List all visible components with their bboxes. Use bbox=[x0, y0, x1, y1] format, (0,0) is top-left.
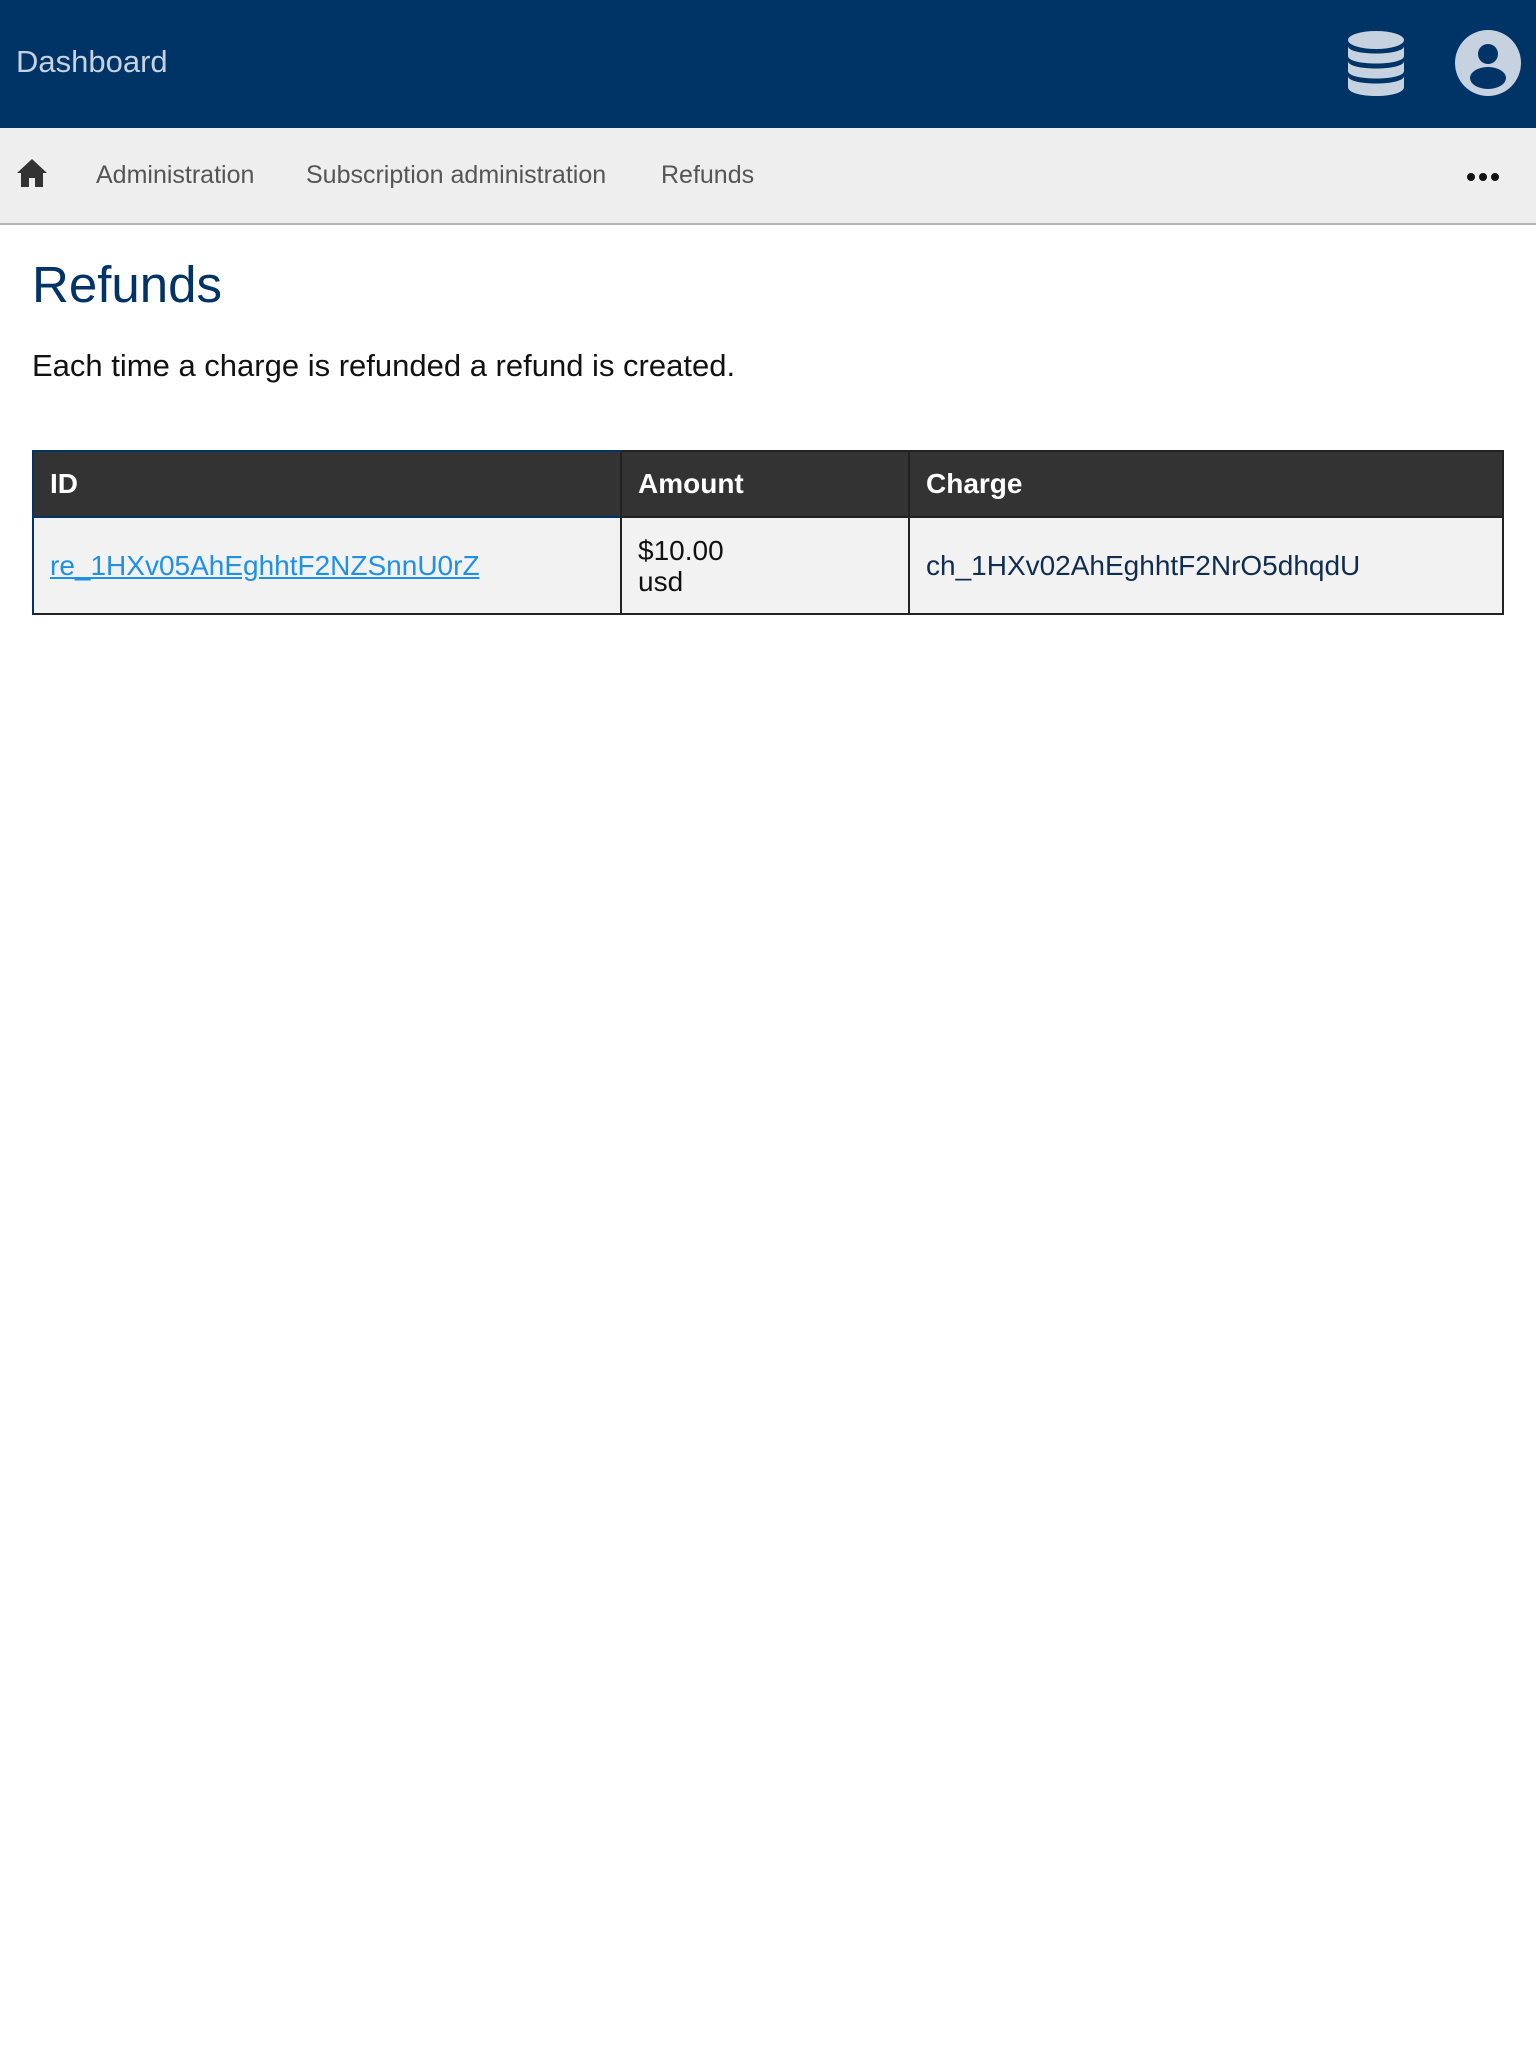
column-header-charge: Charge bbox=[908, 451, 1503, 517]
column-header-amount: Amount bbox=[620, 451, 909, 517]
breadcrumb-refunds[interactable]: Refunds bbox=[661, 158, 754, 192]
refund-charge-id: ch_1HXv02AhEghhtF2NrO5dhqdU bbox=[926, 550, 1361, 581]
table-header-row: ID Amount Charge bbox=[32, 450, 1503, 517]
ellipsis-icon[interactable] bbox=[1466, 172, 1500, 182]
page-description: Each time a charge is refunded a refund … bbox=[32, 348, 736, 383]
top-header: Dashboard bbox=[0, 0, 1536, 128]
breadcrumb-subscription-administration[interactable]: Subscription administration bbox=[306, 158, 606, 192]
column-header-id: ID bbox=[32, 450, 621, 517]
refund-amount-cell: $10.00 usd bbox=[620, 516, 909, 614]
refund-id-link[interactable]: re_1HXv05AhEghhtF2NZSnnU0rZ bbox=[50, 550, 480, 581]
breadcrumb-administration[interactable]: Administration bbox=[96, 158, 254, 192]
refund-id-cell: re_1HXv05AhEghhtF2NZSnnU0rZ bbox=[32, 516, 621, 614]
refund-charge-cell: ch_1HXv02AhEghhtF2NrO5dhqdU bbox=[908, 516, 1503, 614]
table-row: re_1HXv05AhEghhtF2NZSnnU0rZ $10.00 usd c… bbox=[32, 516, 1503, 614]
page-title: Refunds bbox=[32, 256, 222, 313]
refunds-table: ID Amount Charge re_1HXv05AhEghhtF2NZSnn… bbox=[32, 450, 1504, 615]
refund-amount: $10.00 bbox=[638, 534, 724, 566]
home-icon[interactable] bbox=[16, 158, 48, 188]
database-icon[interactable] bbox=[1346, 30, 1406, 98]
refund-currency: usd bbox=[638, 565, 684, 597]
user-circle-icon[interactable] bbox=[1455, 30, 1521, 96]
dashboard-link[interactable]: Dashboard bbox=[16, 40, 168, 84]
